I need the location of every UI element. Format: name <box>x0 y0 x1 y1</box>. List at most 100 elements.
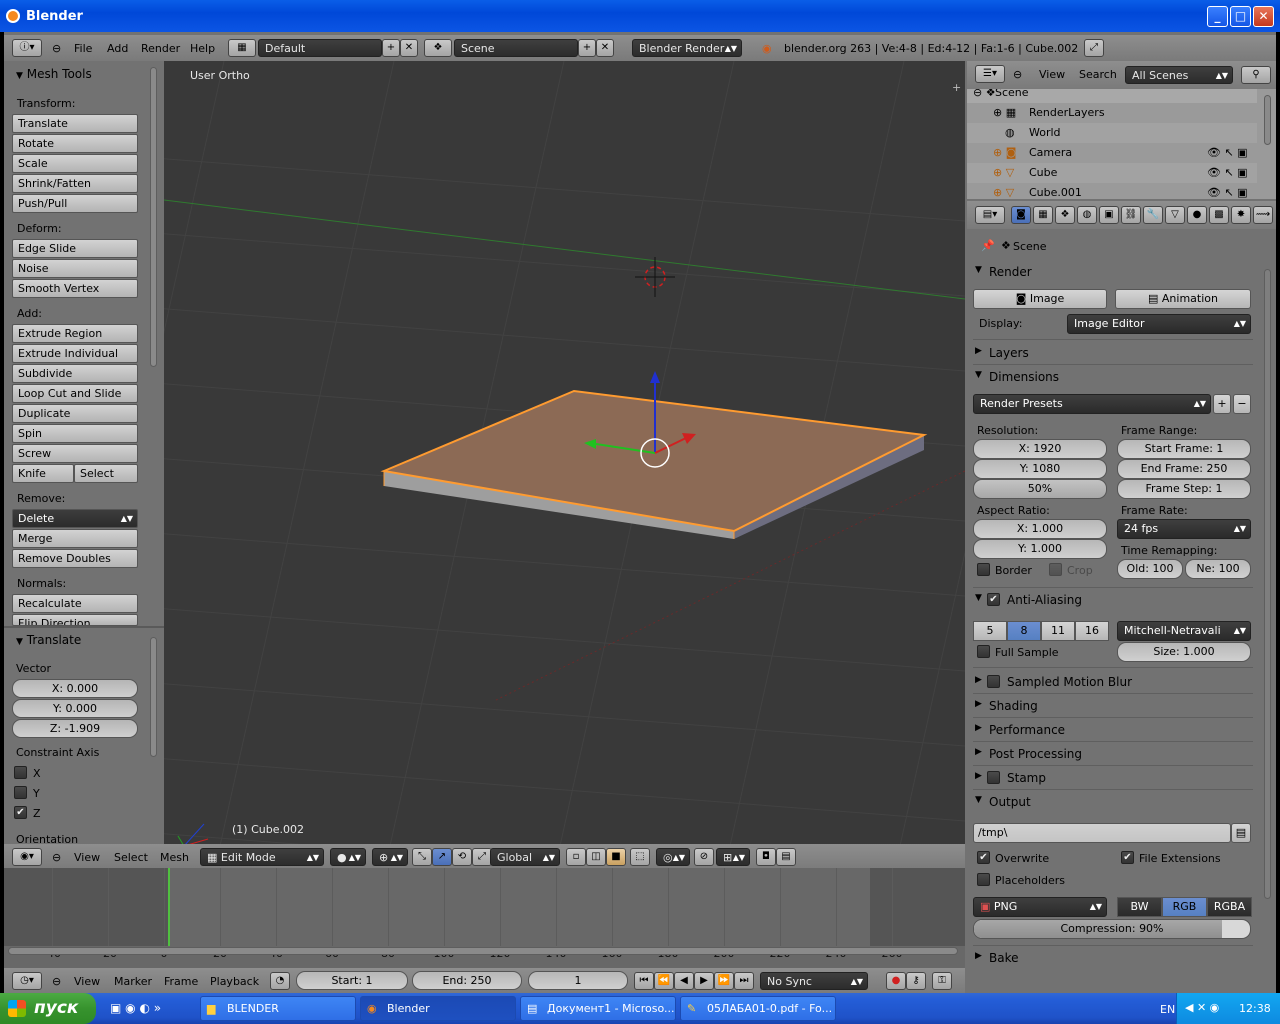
knife-button[interactable]: Knife <box>12 464 74 483</box>
task-blender-folder[interactable]: ▆ BLENDER <box>200 996 356 1021</box>
properties-editor[interactable]: 📌 ❖ Scene ▼ Render ◙ Image ▤ Animation Di… <box>967 229 1276 991</box>
knife-select-button[interactable]: Select <box>74 464 138 483</box>
constraint-x-checkbox[interactable] <box>14 766 27 779</box>
stamp-checkbox[interactable] <box>987 771 1000 784</box>
start-button[interactable]: пуск <box>0 993 96 1024</box>
close-button[interactable]: ✕ <box>1253 6 1274 27</box>
placeholders-checkbox[interactable] <box>977 873 990 886</box>
sync-dropdown[interactable]: No Sync ▲▼ <box>760 972 868 990</box>
task-blender-app[interactable]: ◉ Blender <box>360 996 516 1021</box>
flip-direction-button[interactable]: Flip Direction <box>12 614 138 626</box>
mesh-tools-title[interactable]: ▼ Mesh Tools <box>16 67 92 81</box>
color-mode-bw-button[interactable]: BW <box>1117 897 1162 917</box>
frame-rate-dropdown[interactable]: 24 fps ▲▼ <box>1117 519 1251 539</box>
loop-cut-slide-button[interactable]: Loop Cut and Slide <box>12 384 138 403</box>
extrude-individual-button[interactable]: Extrude Individual <box>12 344 138 363</box>
face-select-icon[interactable]: ■ <box>606 848 626 866</box>
translate-manipulator-icon[interactable]: ↗ <box>432 848 452 866</box>
motion-blur-checkbox[interactable] <box>987 675 1000 688</box>
outliner-row-cube[interactable]: ⊕ ▽ Cube 👁 ↖ ▣ <box>967 163 1257 183</box>
object-tab-icon[interactable]: ▣ <box>1099 206 1119 224</box>
preview-range-icon[interactable]: ◔ <box>270 972 290 990</box>
screw-button[interactable]: Screw <box>12 444 138 463</box>
vector-y-field[interactable]: Y: 0.000 <box>12 699 138 718</box>
render-presets-dropdown[interactable]: Render Presets ▲▼ <box>973 394 1211 414</box>
language-indicator[interactable]: EN <box>1160 1003 1175 1016</box>
aa-filter-dropdown[interactable]: Mitchell-Netravali ▲▼ <box>1117 621 1251 641</box>
render-animation-button[interactable]: ▤ Animation <box>1115 289 1251 309</box>
add-scene-button[interactable]: + <box>578 39 596 57</box>
render-image-button[interactable]: ◙ Image <box>973 289 1107 309</box>
merge-button[interactable]: Merge <box>12 529 138 548</box>
edge-slide-button[interactable]: Edge Slide <box>12 239 138 258</box>
delete-dropdown[interactable]: Delete ▲▼ <box>12 509 138 528</box>
collapse-menu-icon[interactable]: ⊖ <box>52 973 61 990</box>
end-frame-field[interactable]: End Frame: 250 <box>1117 459 1251 479</box>
outliner-row-world[interactable]: ◍ World <box>967 123 1257 143</box>
outliner[interactable]: ⊖ ❖ Scene ⊕ ▦ RenderLayers ◍ World ⊕ ◙ Camer… <box>967 89 1276 199</box>
search-icon[interactable]: ⚲ <box>1241 66 1271 84</box>
outliner-row-camera[interactable]: ⊕ ◙ Camera 👁 ↖ ▣ <box>967 143 1257 163</box>
physics-tab-icon[interactable]: ⟿ <box>1253 206 1273 224</box>
remove-doubles-button[interactable]: Remove Doubles <box>12 549 138 568</box>
timeline-scrollbar[interactable] <box>8 947 958 955</box>
scene-tab-icon[interactable]: ❖ <box>1055 206 1075 224</box>
render-engine-dropdown[interactable]: Blender Render ▲▼ <box>632 39 742 57</box>
editor-type-info-icon[interactable]: ⓘ▾ <box>12 39 42 57</box>
spin-button[interactable]: Spin <box>12 424 138 443</box>
keying-icon[interactable]: ⚷ <box>906 972 926 990</box>
file-browse-icon[interactable]: ▤ <box>1231 823 1251 843</box>
editor-type-outliner-icon[interactable]: ☰▾ <box>975 65 1005 83</box>
time-remap-new-field[interactable]: Ne: 100 <box>1185 559 1251 579</box>
jump-keyframe-back-icon[interactable]: ⏪ <box>654 972 674 990</box>
limit-selection-icon[interactable]: ⬚ <box>630 848 650 866</box>
snap-toggle-icon[interactable]: ⊘ <box>694 848 714 866</box>
full-sample-checkbox[interactable] <box>977 645 990 658</box>
constraints-tab-icon[interactable]: ⛓ <box>1121 206 1141 224</box>
fullscreen-icon[interactable]: ⤢ <box>1084 39 1104 57</box>
proportional-edit-dropdown[interactable]: ◎ ▲▼ <box>656 848 690 866</box>
resolution-percentage-slider[interactable]: 50% <box>973 479 1107 499</box>
menu-select[interactable]: Select <box>114 849 148 866</box>
material-tab-icon[interactable]: ● <box>1187 206 1207 224</box>
jump-end-icon[interactable]: ⏭ <box>734 972 754 990</box>
menu-file[interactable]: File <box>74 40 92 57</box>
outliner-row-cube-001[interactable]: ⊕ ▽ Cube.001 👁 ↖ ▣ <box>967 183 1257 199</box>
pin-icon[interactable]: 📌 <box>981 239 995 252</box>
current-frame-field[interactable]: 1 <box>528 971 628 990</box>
orientation-dropdown[interactable]: Global ▲▼ <box>490 848 560 866</box>
play-reverse-icon[interactable]: ◀ <box>674 972 694 990</box>
current-frame-line[interactable] <box>168 868 170 946</box>
smooth-vertex-button[interactable]: Smooth Vertex <box>12 279 138 298</box>
menu-add[interactable]: Add <box>107 40 128 57</box>
aa-sample-5-button[interactable]: 5 <box>973 621 1007 641</box>
play-icon[interactable]: ▶ <box>694 972 714 990</box>
add-layout-button[interactable]: + <box>382 39 400 57</box>
duplicate-button[interactable]: Duplicate <box>12 404 138 423</box>
visibility-eye-icon[interactable]: 👁 ↖ ▣ <box>1207 143 1248 163</box>
snap-element-dropdown[interactable]: ⊞ ▲▼ <box>716 848 750 866</box>
outliner-scrollbar[interactable] <box>1264 95 1271 145</box>
vertex-select-icon[interactable]: ▫ <box>566 848 586 866</box>
properties-scrollbar[interactable] <box>1264 269 1271 899</box>
menu-frame[interactable]: Frame <box>164 973 198 990</box>
editor-type-3dview-icon[interactable]: ◉▾ <box>12 848 42 866</box>
push-pull-button[interactable]: Push/Pull <box>12 194 138 213</box>
frame-step-field[interactable]: Frame Step: 1 <box>1117 479 1251 499</box>
menu-view[interactable]: View <box>1039 66 1065 83</box>
render-layers-tab-icon[interactable]: ▦ <box>1033 206 1053 224</box>
outliner-row-renderlayers[interactable]: ⊕ ▦ RenderLayers <box>967 103 1257 123</box>
operator-panel-scrollbar[interactable] <box>150 637 157 757</box>
quicklaunch-icons[interactable]: ▣ ◉ ◐ » <box>110 1001 161 1015</box>
scene-icon[interactable]: ❖ <box>424 39 452 57</box>
file-extensions-checkbox[interactable]: ✔ <box>1121 851 1134 864</box>
menu-playback[interactable]: Playback <box>210 973 259 990</box>
task-word[interactable]: ▤ Документ1 - Microso... <box>520 996 676 1021</box>
translate-button[interactable]: Translate <box>12 114 138 133</box>
vector-z-field[interactable]: Z: -1.909 <box>12 719 138 738</box>
time-remap-old-field[interactable]: Old: 100 <box>1117 559 1183 579</box>
menu-render[interactable]: Render <box>141 40 180 57</box>
border-checkbox[interactable] <box>977 563 990 576</box>
overwrite-checkbox[interactable]: ✔ <box>977 851 990 864</box>
3d-viewport[interactable]: User Ortho (1) Cube.002 + <box>164 61 965 873</box>
